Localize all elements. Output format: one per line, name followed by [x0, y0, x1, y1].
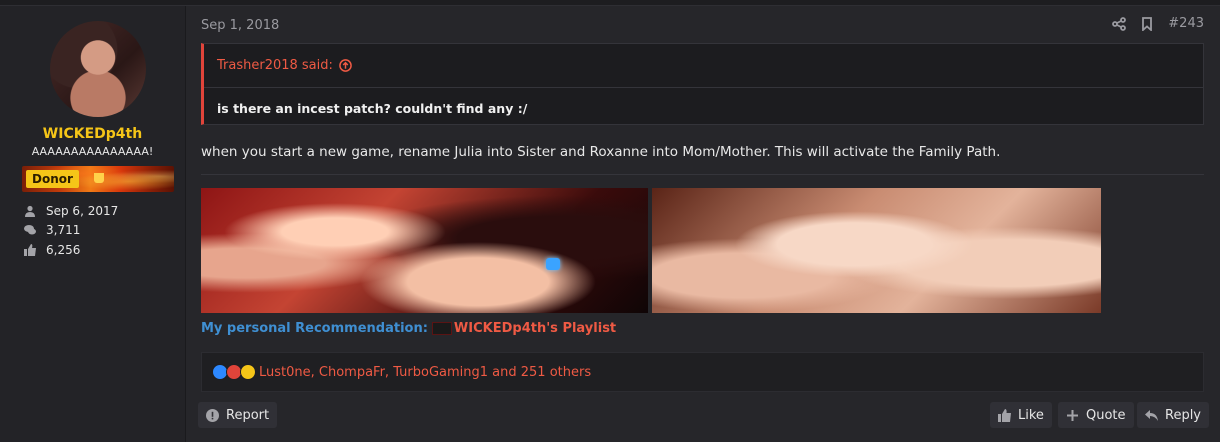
recommend-label: My personal Recommendation: [201, 321, 428, 336]
quote-author[interactable]: Trasher2018 said: [217, 58, 333, 73]
stat-reactions: 6,256 [24, 240, 118, 260]
reaction-icons [212, 364, 256, 380]
thumbs-up-icon [998, 408, 1011, 422]
reply-button[interactable]: Reply [1137, 402, 1210, 428]
ring-gem-decoration [546, 258, 560, 270]
user-stats: Sep 6, 2017 3,711 6,256 [24, 201, 118, 260]
reply-arrow-icon [1145, 409, 1158, 421]
avatar[interactable] [50, 21, 146, 117]
post-date[interactable]: Sep 1, 2018 [201, 18, 279, 33]
joined-date: Sep 6, 2017 [46, 203, 119, 218]
quote-label: Quote [1086, 407, 1126, 423]
reactions-bar[interactable]: Lust0ne, ChompaFr, TurboGaming1 and 251 … [201, 352, 1204, 392]
banner-image-left [201, 188, 648, 313]
stat-messages: 3,711 [24, 221, 118, 241]
user-title: AAAAAAAAAAAAAAA! [31, 145, 154, 158]
like-label: Like [1018, 407, 1044, 423]
banner-image-right [652, 188, 1101, 313]
post-number[interactable]: #243 [1168, 16, 1204, 31]
quote-text: is there an incest patch? couldn't find … [217, 101, 528, 116]
reaction-users[interactable]: Lust0ne, ChompaFr, TurboGaming1 and 251 … [259, 365, 591, 380]
post-tools: #243 [1112, 16, 1204, 31]
arrow-up-circle-icon[interactable] [339, 59, 352, 72]
plus-icon [1067, 409, 1078, 421]
post-main: Sep 1, 2018 #243 Trasher2018 said: is th… [185, 6, 1220, 442]
user-icon [25, 205, 35, 217]
bookmark-icon[interactable] [1140, 16, 1154, 31]
report-label: Report [226, 407, 270, 423]
quote-button[interactable]: Quote [1058, 402, 1134, 428]
message-count: 3,711 [46, 223, 81, 238]
playlist-link[interactable]: WICKEDp4th's Playlist [454, 321, 616, 336]
quote-header[interactable]: Trasher2018 said: [204, 44, 1203, 88]
donor-label: Donor [26, 170, 79, 188]
quote-block: Trasher2018 said: is there an incest pat… [201, 43, 1204, 125]
reply-label: Reply [1165, 407, 1202, 423]
reaction-score: 6,256 [46, 242, 81, 257]
comments-icon [24, 225, 36, 235]
warning-icon [206, 408, 219, 422]
report-button[interactable]: Report [198, 402, 278, 428]
user-info-panel: WICKEDp4th AAAAAAAAAAAAAAA! Donor Sep 6,… [0, 6, 186, 442]
playlist-logo-icon [431, 322, 452, 335]
signature-divider [201, 174, 1204, 175]
coffee-cup-icon [94, 173, 104, 183]
post-message: when you start a new game, rename Julia … [201, 144, 1001, 160]
stat-joined: Sep 6, 2017 [24, 201, 118, 221]
haha-reaction-icon [240, 364, 256, 380]
signature-banner-image[interactable] [201, 188, 1101, 313]
donor-banner: Donor [22, 166, 174, 192]
signature-recommendation: My personal Recommendation: WICKEDp4th's… [201, 321, 616, 336]
like-button[interactable]: Like [990, 402, 1052, 428]
username[interactable]: WICKEDp4th [0, 126, 185, 142]
thumbs-up-icon [24, 243, 36, 256]
share-icon[interactable] [1112, 16, 1127, 31]
forum-post: WICKEDp4th AAAAAAAAAAAAAAA! Donor Sep 6,… [0, 5, 1220, 442]
